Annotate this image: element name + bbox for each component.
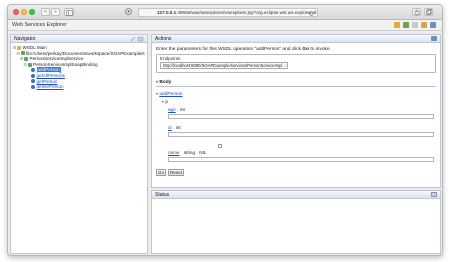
param-p-label: p: [165, 100, 169, 105]
wsil-icon[interactable]: [421, 22, 427, 28]
endpoint-select[interactable]: http://localhost:8080/SOAPExample/servic…: [160, 62, 288, 69]
field-name-type: string: [183, 150, 196, 155]
status-panel: Status: [151, 190, 441, 254]
navigator-panel: Navigator ⊟ WSDL Main ⊟ file:/Users/perkay/…: [10, 34, 148, 254]
address-host: 127.0.0.1: [157, 10, 177, 15]
reset-button-label: Reset: [169, 170, 182, 175]
tree-item-label: deletePerson: [36, 84, 64, 90]
age-input[interactable]: [168, 114, 434, 119]
navigator-tree: ⊟ WSDL Main ⊟ file:/Users/perkay/Documents/…: [11, 43, 147, 92]
endpoint-value: http://localhost:8080/SOAPExample/servic…: [163, 63, 283, 68]
field-id-type: int: [175, 125, 181, 130]
operation-icon: [31, 79, 35, 84]
endpoints-group: Endpoints http://localhost:8080/SOAPExam…: [156, 54, 436, 73]
field-name-name[interactable]: name: [168, 150, 180, 155]
folder-icon: [17, 45, 21, 50]
operation-icon: [31, 84, 35, 89]
wsdl-node-icon: [27, 62, 32, 67]
maximize-icon: [431, 36, 437, 41]
wsdl-node-icon: [20, 51, 25, 56]
operation-row: ▾ addPerson: [156, 91, 183, 97]
forward-button[interactable]: >: [51, 8, 60, 16]
id-input[interactable]: [168, 132, 434, 137]
actions-intro: Enter the parameters for this WSDL opera…: [156, 47, 436, 52]
actions-header: Actions: [152, 35, 440, 43]
endpoints-legend: Endpoints: [160, 56, 181, 61]
minimize-window-button[interactable]: [21, 9, 27, 15]
sidebar-toggle-button[interactable]: [64, 8, 74, 16]
app-toolbar-icons: [394, 22, 436, 28]
field-age-name[interactable]: age: [168, 107, 176, 112]
app-title: Web Services Explorer: [12, 22, 67, 28]
clear-icon[interactable]: [130, 36, 144, 42]
field-age-label-row: age int: [168, 107, 185, 112]
reset-button[interactable]: Reset: [168, 169, 184, 176]
navigator-header: Navigator: [11, 35, 147, 43]
back-button[interactable]: <: [41, 8, 50, 16]
zoom-window-button[interactable]: [29, 9, 35, 15]
address-bar[interactable]: 127.0.0.1:49656/wse/wsexplorer/wsexplore…: [138, 8, 318, 17]
name-input[interactable]: [168, 157, 434, 162]
operation-link[interactable]: addPerson: [159, 92, 182, 97]
intro-text: Enter the parameters for this WSDL opera…: [156, 47, 303, 52]
field-id-label-row: id int: [168, 125, 181, 130]
browser-window: < > 127.0.0.1:49656/wse/wsexplorer/wsexp…: [7, 4, 443, 256]
collapse-icon: ▾: [156, 79, 159, 84]
reload-icon[interactable]: [309, 11, 314, 16]
back-history-icon[interactable]: [394, 22, 400, 28]
share-button[interactable]: [412, 8, 421, 16]
field-name-label-row: name string NIL: [168, 150, 206, 155]
field-id-name[interactable]: id: [168, 125, 172, 130]
nil-checkbox[interactable]: [218, 144, 222, 148]
body-section-header[interactable]: ▾ Body: [156, 79, 436, 87]
tree-item[interactable]: deletePerson: [13, 84, 145, 90]
browser-toolbar: < > 127.0.0.1:49656/wse/wsexplorer/wsexp…: [8, 5, 442, 20]
field-age-type: int: [179, 107, 185, 112]
status-header: Status: [152, 191, 440, 199]
tabs-button[interactable]: [424, 8, 433, 16]
sidebar-icon: [65, 9, 73, 16]
wsdl-icon[interactable]: [430, 22, 436, 28]
app-title-bar: Web Services Explorer: [8, 20, 442, 31]
tabs-icon: [425, 9, 432, 15]
param-p-row: ▾ p: [162, 99, 168, 105]
address-path: :49656/wse/wsexplorer/wsexplorer.jsp?org…: [176, 10, 317, 15]
operation-collapse-icon[interactable]: ▾: [156, 91, 158, 96]
actions-title: Actions: [155, 36, 172, 42]
actions-body: Enter the parameters for this WSDL opera…: [152, 43, 440, 188]
back-icon: <: [44, 9, 47, 15]
forward-icon: >: [54, 9, 57, 15]
operation-icon: [31, 68, 35, 73]
tree-collapse-icon[interactable]: ⊟: [24, 62, 28, 68]
operation-icon: [31, 73, 35, 78]
param-collapse-icon[interactable]: ▾: [162, 99, 164, 104]
status-title: Status: [155, 192, 170, 198]
forward-history-icon[interactable]: [403, 22, 409, 28]
body-label: Body: [159, 80, 172, 85]
go-button-label: Go: [157, 170, 165, 175]
privacy-button[interactable]: [124, 8, 133, 16]
dropdown-icon: ↕: [284, 63, 286, 68]
close-window-button[interactable]: [13, 9, 19, 15]
share-icon: [414, 9, 419, 15]
actions-panel: Actions Enter the parameters for this WS…: [151, 34, 441, 188]
wsdl-node-icon: [24, 56, 28, 61]
navigator-title: Navigator: [14, 36, 36, 42]
field-name-nil: NIL: [199, 150, 207, 155]
navigator-actions: [130, 36, 144, 45]
shield-icon: [125, 8, 132, 15]
go-button[interactable]: Go: [156, 169, 166, 176]
clear-status-icon[interactable]: [431, 192, 437, 197]
uddi-icon[interactable]: [412, 22, 418, 28]
intro-text-end: to invoke.: [309, 47, 331, 52]
